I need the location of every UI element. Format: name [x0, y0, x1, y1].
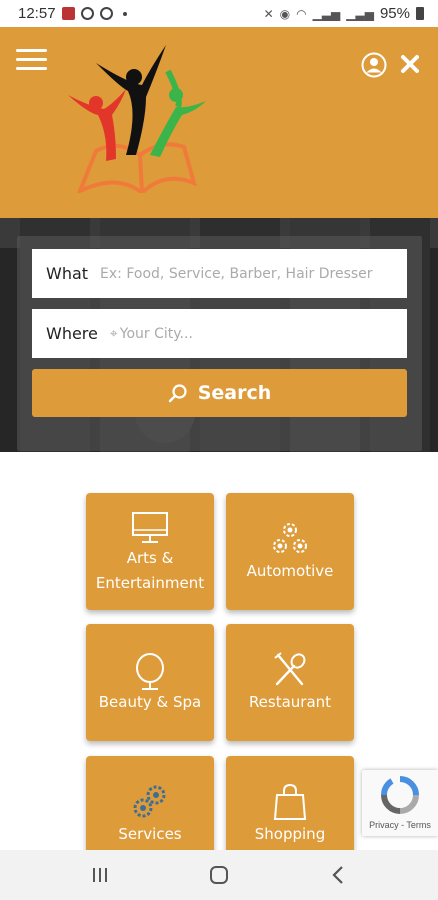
- recaptcha-icon: [380, 776, 419, 814]
- battery-icon: [416, 7, 424, 20]
- category-label: Beauty & Spa: [98, 693, 202, 711]
- signal-2-icon: ▁▃▅: [346, 6, 374, 21]
- fork-spoon-icon: [274, 652, 306, 686]
- back-icon[interactable]: [318, 855, 358, 895]
- monitor-icon: [132, 512, 168, 543]
- status-time: 12:57: [18, 5, 56, 22]
- what-field: What: [32, 249, 407, 298]
- user-account-icon[interactable]: [361, 52, 387, 78]
- recaptcha-links[interactable]: Privacy - Terms: [362, 820, 438, 830]
- category-label: Automotive: [246, 562, 334, 580]
- search-button-label: Search: [197, 382, 272, 404]
- what-input[interactable]: [100, 265, 407, 282]
- category-restaurant[interactable]: Restaurant: [226, 624, 354, 741]
- cogs-icon: [133, 785, 166, 818]
- category-label: Services: [118, 825, 182, 843]
- category-label: Entertainment: [95, 574, 205, 592]
- people-book-logo: [68, 45, 206, 193]
- signal-icon: ▁▃▅: [312, 6, 341, 21]
- alarm-icon: ◉: [279, 6, 291, 21]
- whatsapp-notification-icon: [99, 7, 113, 20]
- category-automotive[interactable]: Automotive: [226, 493, 354, 610]
- mirror-icon: [136, 653, 164, 690]
- wifi-icon: ◠: [296, 6, 307, 21]
- app-header: [0, 27, 438, 218]
- system-navigation-bar: [0, 850, 438, 900]
- category-label: Restaurant: [248, 693, 332, 711]
- hamburger-menu-icon[interactable]: [16, 49, 47, 71]
- where-input[interactable]: [119, 325, 407, 342]
- category-beauty-spa[interactable]: Beauty & Spa: [86, 624, 214, 741]
- close-icon[interactable]: [400, 54, 420, 74]
- home-icon[interactable]: [199, 855, 239, 895]
- search-button[interactable]: Search: [32, 369, 407, 417]
- battery-percentage: 95%: [379, 5, 410, 22]
- category-label: Arts &: [126, 549, 174, 567]
- category-label: Shopping: [254, 825, 326, 843]
- status-bar: 12:57 ✕ ◉ ◠ ▁▃▅ ▁▃▅ 95%: [0, 0, 438, 27]
- shopping-bag-icon: [273, 783, 307, 820]
- where-label: Where: [46, 324, 98, 343]
- category-arts-entertainment[interactable]: Arts & Entertainment: [86, 493, 214, 610]
- search-icon: [168, 384, 187, 403]
- message-notification-icon: [80, 7, 94, 20]
- more-notifications-icon: [122, 11, 127, 16]
- recents-icon[interactable]: [80, 855, 120, 895]
- gears-icon: [273, 523, 307, 553]
- mute-icon: ✕: [263, 6, 274, 21]
- app-notification-icon: [61, 7, 75, 20]
- location-crosshair-icon: ⌖: [109, 325, 118, 342]
- what-label: What: [46, 264, 89, 283]
- recaptcha-badge[interactable]: Privacy - Terms: [362, 770, 438, 836]
- where-field: Where ⌖: [32, 309, 407, 358]
